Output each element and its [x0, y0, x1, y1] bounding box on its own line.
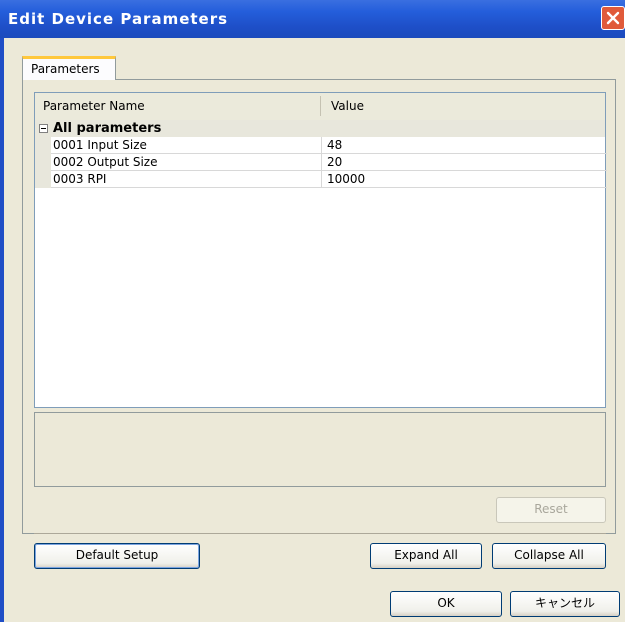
- title-bar[interactable]: Edit Device Parameters: [0, 0, 625, 38]
- window-border: [0, 38, 4, 622]
- table-row[interactable]: 0001 Input Size 48: [35, 137, 607, 154]
- dialog-window: Edit Device Parameters Parameters Parame…: [0, 0, 625, 622]
- window-title: Edit Device Parameters: [8, 10, 229, 28]
- description-panel: [34, 412, 606, 487]
- reset-button[interactable]: Reset: [496, 497, 606, 523]
- parameter-grid: Parameter Name Value All parameters 0001…: [34, 92, 607, 408]
- column-header-name[interactable]: Parameter Name: [43, 99, 145, 113]
- parameter-value[interactable]: 20: [327, 155, 342, 169]
- parameter-value[interactable]: 48: [327, 138, 342, 152]
- parameter-name: 0003 RPI: [53, 172, 107, 186]
- ok-button[interactable]: OK: [390, 591, 502, 617]
- cancel-button[interactable]: キャンセル: [510, 591, 620, 617]
- column-header-value[interactable]: Value: [331, 99, 364, 113]
- parameter-value[interactable]: 10000: [327, 172, 365, 186]
- tab-parameters[interactable]: Parameters: [22, 56, 116, 80]
- close-button[interactable]: [601, 6, 625, 30]
- expand-all-button[interactable]: Expand All: [370, 543, 482, 569]
- parameter-name: 0002 Output Size: [53, 155, 158, 169]
- tab-label: Parameters: [31, 62, 100, 76]
- column-divider[interactable]: [320, 96, 321, 116]
- minus-box-icon[interactable]: [39, 124, 48, 133]
- group-label: All parameters: [53, 121, 162, 136]
- default-setup-button[interactable]: Default Setup: [34, 543, 200, 569]
- separator: [34, 533, 606, 534]
- group-row-all-parameters[interactable]: All parameters: [35, 120, 605, 137]
- close-icon: [606, 11, 620, 25]
- collapse-all-button[interactable]: Collapse All: [492, 543, 606, 569]
- table-row[interactable]: 0003 RPI 10000: [35, 171, 607, 188]
- parameter-name: 0001 Input Size: [53, 138, 147, 152]
- grid-header: Parameter Name Value: [35, 93, 605, 121]
- table-row[interactable]: 0002 Output Size 20: [35, 154, 607, 171]
